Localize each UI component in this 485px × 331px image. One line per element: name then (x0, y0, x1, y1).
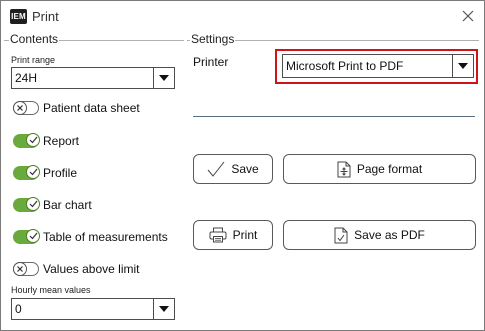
page-format-icon (337, 161, 351, 178)
print-button[interactable]: Print (193, 220, 273, 250)
toggle-switch[interactable] (13, 197, 40, 212)
option-report[interactable]: Report (13, 132, 79, 150)
option-label: Profile (43, 166, 78, 180)
toggle-switch[interactable] (13, 101, 39, 115)
chevron-down-icon (458, 63, 468, 69)
close-button[interactable] (458, 6, 478, 26)
option-bar-chart[interactable]: Bar chart (13, 196, 92, 214)
toggle-on-icon (26, 229, 40, 243)
toggle-switch[interactable] (13, 262, 39, 276)
hourly-mean-label: Hourly mean values (11, 285, 91, 295)
print-dialog: IEM Print Contents Print range 24H Patie… (0, 0, 485, 331)
option-values-above-limit[interactable]: Values above limit (13, 260, 140, 278)
print-range-select[interactable]: 24H (11, 67, 175, 89)
print-range-dropdown-button[interactable] (153, 68, 174, 88)
printer-label: Printer (193, 55, 229, 69)
toggle-on-icon (26, 197, 40, 211)
toggle-off-icon (13, 101, 27, 115)
app-logo-icon: IEM (10, 9, 27, 24)
page-format-button[interactable]: Page format (283, 154, 476, 184)
option-label: Bar chart (43, 198, 92, 212)
save-button[interactable]: Save (193, 154, 273, 184)
option-profile[interactable]: Profile (13, 164, 77, 182)
chevron-down-icon (159, 306, 169, 312)
save-as-pdf-button-label: Save as PDF (354, 228, 425, 242)
print-button-label: Print (232, 228, 258, 242)
option-table-of-measurements[interactable]: Table of measurements (13, 228, 168, 246)
printer-dropdown-button[interactable] (452, 55, 473, 77)
close-icon (462, 10, 474, 22)
hourly-mean-dropdown-button[interactable] (153, 299, 174, 319)
toggle-switch[interactable] (13, 133, 40, 148)
chevron-down-icon (159, 75, 169, 81)
contents-group-title: Contents (9, 32, 60, 46)
option-label: Table of measurements (43, 230, 168, 244)
checkmark-icon (207, 161, 225, 177)
toggle-switch[interactable] (13, 165, 40, 180)
option-label: Values above limit (43, 262, 140, 276)
hourly-mean-value: 0 (15, 302, 22, 316)
title-bar: IEM Print (1, 1, 484, 31)
option-patient-data-sheet[interactable]: Patient data sheet (13, 99, 140, 117)
printer-value: Microsoft Print to PDF (286, 59, 404, 73)
printer-select[interactable]: Microsoft Print to PDF (282, 54, 474, 78)
page-format-button-label: Page format (356, 162, 423, 176)
toggle-switch[interactable] (13, 229, 40, 244)
printer-icon (209, 227, 227, 243)
option-label: Report (43, 134, 80, 148)
pdf-file-icon (334, 227, 348, 244)
save-button-label: Save (231, 162, 259, 176)
window-title: Print (32, 9, 59, 24)
settings-group-title: Settings (190, 32, 236, 46)
toggle-off-icon (13, 262, 27, 276)
toggle-on-icon (26, 165, 40, 179)
print-range-label: Print range (11, 55, 56, 65)
option-label: Patient data sheet (43, 101, 140, 115)
toggle-on-icon (26, 133, 40, 147)
print-range-value: 24H (15, 71, 38, 85)
settings-divider (193, 116, 475, 117)
save-as-pdf-button[interactable]: Save as PDF (283, 220, 476, 250)
hourly-mean-select[interactable]: 0 (11, 298, 175, 320)
